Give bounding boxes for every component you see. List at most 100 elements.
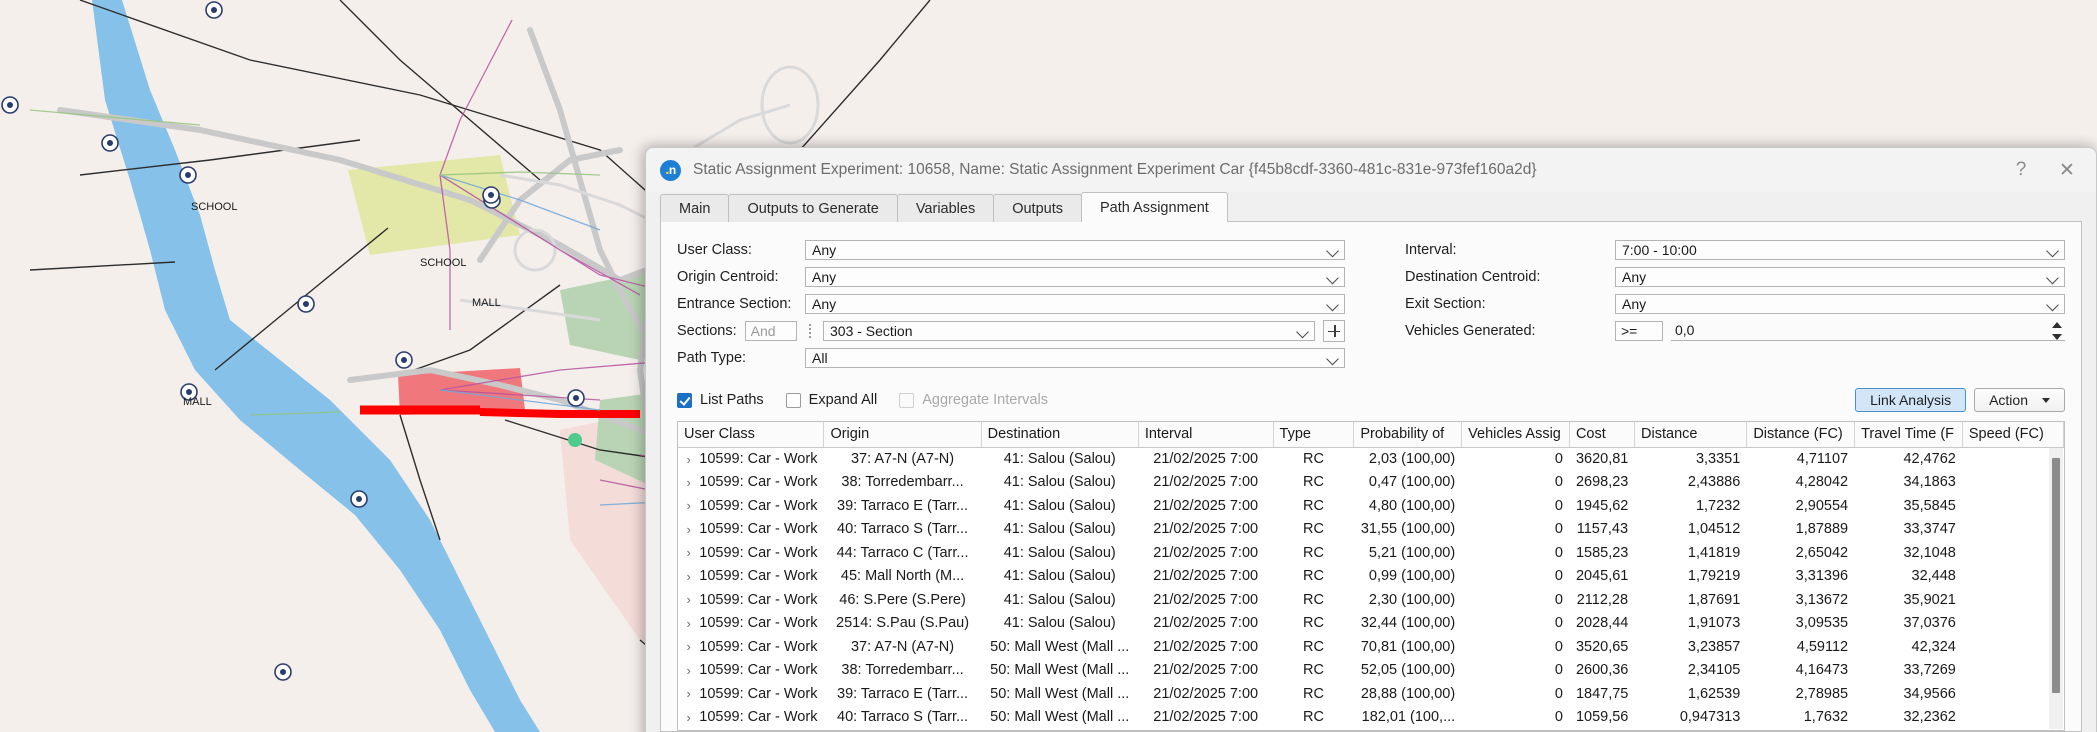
table-row[interactable]: ›10599: Car - Work40: Tarraco S (Tarr...…	[678, 518, 2064, 542]
col-travel-time-fc[interactable]: Travel Time (F	[1855, 422, 1963, 447]
col-interval[interactable]: Interval	[1138, 422, 1273, 447]
row-expander-icon[interactable]: ›	[686, 592, 691, 607]
stepper-arrows-icon[interactable]	[2050, 322, 2063, 340]
col-cost[interactable]: Cost	[1569, 422, 1634, 447]
vehicles-operator-select[interactable]: >=	[1615, 321, 1663, 341]
cell-destination: 50: Mall West (Mall ...	[981, 659, 1138, 683]
vehicles-generated-input[interactable]: 0,0	[1671, 321, 2065, 341]
row-expander-icon[interactable]: ›	[686, 710, 691, 725]
expand-all-label: Expand All	[809, 392, 878, 408]
cell-distance: 1,62539	[1635, 682, 1747, 706]
exit-section-select[interactable]: Any	[1615, 294, 2065, 314]
app-window: SCHOOL SCHOOL MALL MALL .n Static Assign…	[0, 0, 2097, 732]
cell-probability: 31,55 (100,00)	[1354, 518, 1462, 542]
col-probability[interactable]: Probability of	[1354, 422, 1462, 447]
sections-operator-value: And	[751, 323, 776, 339]
cell-cost: 3520,65	[1569, 635, 1634, 659]
add-section-button[interactable]	[1323, 320, 1345, 342]
col-distance[interactable]: Distance	[1635, 422, 1747, 447]
table-row[interactable]: ›10599: Car - Work46: S.Pere (S.Pere)41:…	[678, 588, 2064, 612]
table-row[interactable]: › 10599: Car - Work 37: A7-N (A7-N)50: Mal…	[678, 635, 2064, 659]
col-type[interactable]: Type	[1273, 422, 1354, 447]
cell-type: RC	[1273, 588, 1354, 612]
user-class-value: Any	[812, 242, 836, 258]
col-vehicles-assigned[interactable]: Vehicles Assig	[1462, 422, 1570, 447]
col-origin[interactable]: Origin	[824, 422, 981, 447]
table-row[interactable]: ›10599: Car - Work41: Salou (Salou)50: M…	[678, 729, 2064, 731]
cell-probability: 2,30 (100,00)	[1354, 588, 1462, 612]
cell-destination: 50: Mall West (Mall ...	[981, 635, 1138, 659]
chevron-down-icon	[1298, 327, 1309, 334]
table-row[interactable]: ›10599: Car - Work44: Tarraco C (Tarr...…	[678, 541, 2064, 565]
cell-interval: 21/02/2025 7:00	[1138, 706, 1273, 730]
exit-section-value: Any	[1622, 296, 1646, 312]
table-row[interactable]: ›10599: Car - Work2514: S.Pau (S.Pau)41:…	[678, 612, 2064, 636]
row-expander-icon[interactable]: ›	[686, 522, 691, 537]
row-expander-icon[interactable]: ›	[686, 475, 691, 490]
tab-path-assignment[interactable]: Path Assignment	[1081, 192, 1228, 222]
help-icon[interactable]: ?	[1998, 151, 2044, 189]
cell-origin: 37: A7-N (A7-N)	[824, 635, 981, 659]
cell-travel-time-fc: 34,1863	[1855, 471, 1963, 495]
path-type-select[interactable]: All	[805, 348, 1345, 368]
table-row[interactable]: ›10599: Car - Work40: Tarraco S (Tarr...…	[678, 706, 2064, 730]
origin-centroid-select[interactable]: Any	[805, 267, 1345, 287]
tab-main[interactable]: Main	[660, 194, 729, 222]
row-expander-icon[interactable]: ›	[686, 545, 691, 560]
table-row[interactable]: ›10599: Car - Work39: Tarraco E (Tarr...…	[678, 494, 2064, 518]
tab-variables[interactable]: Variables	[897, 194, 994, 222]
col-destination[interactable]: Destination	[981, 422, 1138, 447]
table-row[interactable]: ›10599: Car - Work38: Torredembarr...41:…	[678, 471, 2064, 495]
cell-probability: 32,44 (100,00)	[1354, 612, 1462, 636]
cell-origin: 40: Tarraco S (Tarr...	[824, 706, 981, 730]
dialog-titlebar[interactable]: .n Static Assignment Experiment: 10658, …	[646, 148, 2096, 192]
sections-operator-select[interactable]: And	[745, 321, 797, 341]
col-speed-fc[interactable]: Speed (FC)	[1962, 422, 2063, 447]
interval-select[interactable]: 7:00 - 10:00	[1615, 240, 2065, 260]
table-row[interactable]: ›10599: Car - Work37: A7-N (A7-N)41: Sal…	[678, 447, 2064, 471]
cell-interval: 21/02/2025 7:00	[1138, 659, 1273, 683]
cell-cost: 1585,23	[1569, 541, 1634, 565]
scrollbar-thumb[interactable]	[2052, 458, 2060, 693]
tab-outputs-to-generate[interactable]: Outputs to Generate	[728, 194, 897, 222]
row-expander-icon[interactable]: ›	[686, 498, 691, 513]
table-vertical-scrollbar[interactable]	[2049, 448, 2063, 729]
cell-cost: 2698,23	[1569, 471, 1634, 495]
col-user-class[interactable]: User Class	[678, 422, 824, 447]
cell-distance	[1635, 729, 1747, 731]
sections-label: Sections:	[677, 323, 737, 339]
cell-cost: 1945,62	[1569, 494, 1634, 518]
paths-table[interactable]: User Class Origin Destination Interval T…	[677, 421, 2065, 731]
drag-handle-icon[interactable]	[805, 322, 815, 340]
sections-select[interactable]: 303 - Section	[823, 321, 1315, 341]
row-expander-icon[interactable]: ›	[686, 452, 691, 467]
table-row[interactable]: ›10599: Car - Work45: Mall North (M...41…	[678, 565, 2064, 589]
cell-probability: 4,80 (100,00)	[1354, 494, 1462, 518]
row-expander-icon[interactable]: ›	[686, 686, 691, 701]
row-expander-icon[interactable]: ›	[686, 639, 691, 654]
close-icon[interactable]: ✕	[2044, 151, 2090, 189]
cell-travel-time-fc: 42,324	[1855, 635, 1963, 659]
vehicles-generated-label-group: Vehicles Generated:	[1405, 323, 1615, 339]
user-class-text: 10599: Car - Work	[699, 686, 817, 702]
expand-all-checkbox[interactable]: Expand All	[786, 392, 878, 408]
list-paths-checkbox[interactable]: List Paths	[677, 392, 764, 408]
cell-destination: 41: Salou (Salou)	[981, 494, 1138, 518]
destination-centroid-select[interactable]: Any	[1615, 267, 2065, 287]
cell-cost	[1569, 729, 1634, 731]
table-row[interactable]: ›10599: Car - Work39: Tarraco E (Tarr...…	[678, 682, 2064, 706]
row-expander-icon[interactable]: ›	[686, 569, 691, 584]
entrance-section-select[interactable]: Any	[805, 294, 1345, 314]
user-class-text: 10599: Car - Work	[699, 639, 817, 655]
user-class-select[interactable]: Any	[805, 240, 1345, 260]
link-analysis-button[interactable]: Link Analysis	[1855, 388, 1966, 412]
col-distance-fc[interactable]: Distance (FC)	[1747, 422, 1855, 447]
row-expander-icon[interactable]: ›	[686, 663, 691, 678]
cell-distance-fc: 2,90554	[1747, 494, 1855, 518]
cell-interval: 21/02/2025 7:00	[1138, 541, 1273, 565]
table-row[interactable]: ›10599: Car - Work38: Torredembarr...50:…	[678, 659, 2064, 683]
row-expander-icon[interactable]: ›	[686, 616, 691, 631]
cell-travel-time-fc: 42,4762	[1855, 447, 1963, 471]
tab-outputs[interactable]: Outputs	[993, 194, 1082, 222]
action-button[interactable]: Action	[1974, 388, 2065, 412]
